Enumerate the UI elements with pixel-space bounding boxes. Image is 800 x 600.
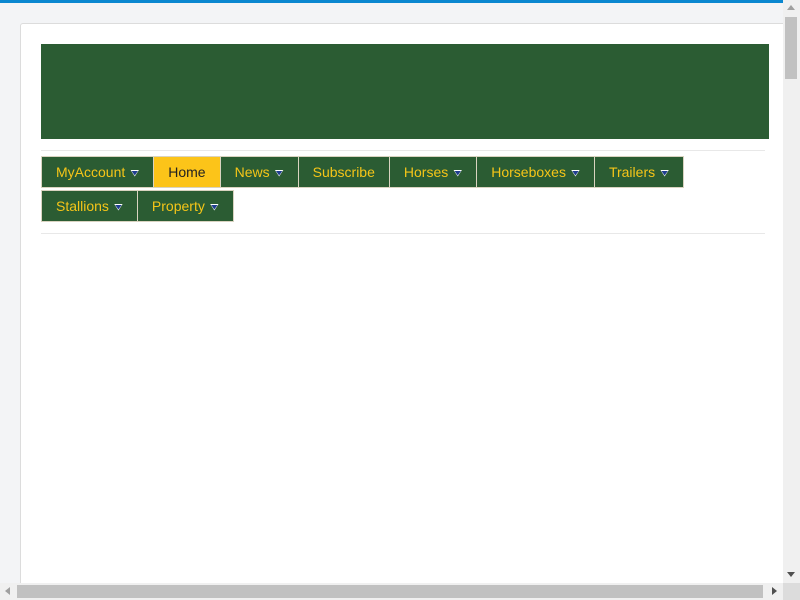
- nav-item-label: Subscribe: [312, 164, 375, 180]
- nav-item-label: Horses: [403, 164, 449, 180]
- vertical-scroll-thumb[interactable]: [785, 17, 797, 79]
- chevron-down-icon[interactable]: [660, 169, 670, 177]
- nav-item-label: Stallions: [56, 198, 109, 214]
- vertical-scrollbar[interactable]: [783, 0, 800, 583]
- nav-item-trailers[interactable]: Trailers: [593, 156, 685, 188]
- nav-item-label: News: [234, 164, 270, 180]
- scroll-down-arrow-icon[interactable]: [787, 572, 795, 577]
- nav-item-label: Home: [168, 164, 206, 180]
- chevron-down-icon[interactable]: [130, 169, 140, 177]
- horizontal-scroll-thumb[interactable]: [17, 585, 763, 598]
- chevron-down-icon[interactable]: [274, 169, 284, 177]
- chevron-down-icon[interactable]: [453, 169, 463, 177]
- scroll-left-arrow-icon[interactable]: [5, 587, 10, 595]
- main-nav: MyAccount Home News Subscribe Horses Hor…: [41, 156, 771, 224]
- page-container: MyAccount Home News Subscribe Horses Hor…: [20, 23, 790, 593]
- nav-top-divider: [41, 150, 765, 151]
- nav-item-label: Trailers: [608, 164, 656, 180]
- browser-top-accent-bar: [0, 0, 800, 3]
- horizontal-scrollbar[interactable]: [0, 583, 783, 600]
- nav-item-horses[interactable]: Horses: [388, 156, 478, 188]
- scroll-up-arrow-icon[interactable]: [787, 5, 795, 10]
- nav-item-home[interactable]: Home: [153, 156, 221, 188]
- chevron-down-icon[interactable]: [570, 169, 580, 177]
- nav-item-label: MyAccount: [56, 164, 126, 180]
- nav-item-news[interactable]: News: [219, 156, 299, 188]
- nav-item-label: Horseboxes: [491, 164, 566, 180]
- scroll-right-arrow-icon[interactable]: [772, 587, 777, 595]
- nav-item-label: Property: [151, 198, 205, 214]
- scrollbar-corner: [783, 583, 800, 600]
- header-banner: [41, 44, 769, 139]
- chevron-down-icon[interactable]: [113, 203, 123, 211]
- chevron-down-icon[interactable]: [209, 203, 219, 211]
- nav-item-horseboxes[interactable]: Horseboxes: [476, 156, 595, 188]
- nav-item-myaccount[interactable]: MyAccount: [41, 156, 155, 188]
- nav-item-stallions[interactable]: Stallions: [41, 190, 138, 222]
- nav-item-property[interactable]: Property: [136, 190, 234, 222]
- nav-item-subscribe[interactable]: Subscribe: [297, 156, 390, 188]
- nav-bottom-divider: [41, 233, 765, 234]
